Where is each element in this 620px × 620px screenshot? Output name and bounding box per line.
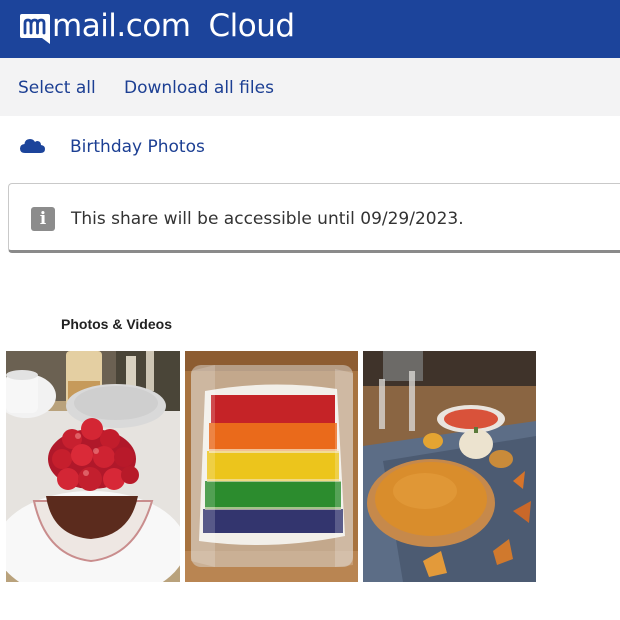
download-all-files-link[interactable]: Download all files [124, 77, 274, 99]
folder-name[interactable]: Birthday Photos [70, 136, 205, 158]
cloud-icon [20, 139, 45, 153]
app-header: mail.com Cloud [0, 0, 620, 58]
share-expiry-notice: i This share will be accessible until 09… [8, 183, 620, 253]
notice-text: This share will be accessible until 09/2… [71, 209, 464, 229]
photo-thumbnail-pumpkin-pie[interactable] [363, 351, 536, 582]
toolbar: Select all Download all files [0, 58, 620, 116]
pumpkin-pie-photo [363, 351, 536, 582]
brand-title[interactable]: mail.com Cloud [52, 8, 295, 44]
info-icon: i [31, 207, 55, 231]
breadcrumb: Birthday Photos [0, 116, 620, 174]
select-all-link[interactable]: Select all [18, 77, 96, 99]
mail-logo-icon[interactable] [18, 12, 52, 46]
photo-thumbnail-rainbow-cake[interactable] [185, 351, 358, 582]
rainbow-cake-photo [185, 351, 358, 582]
brand-product: Cloud [208, 8, 295, 44]
brand-mail: mail.com [52, 8, 191, 44]
strawberry-tart-photo [6, 351, 180, 582]
section-title: Photos & Videos [61, 316, 172, 332]
photo-thumbnail-strawberry-tart[interactable] [6, 351, 180, 582]
